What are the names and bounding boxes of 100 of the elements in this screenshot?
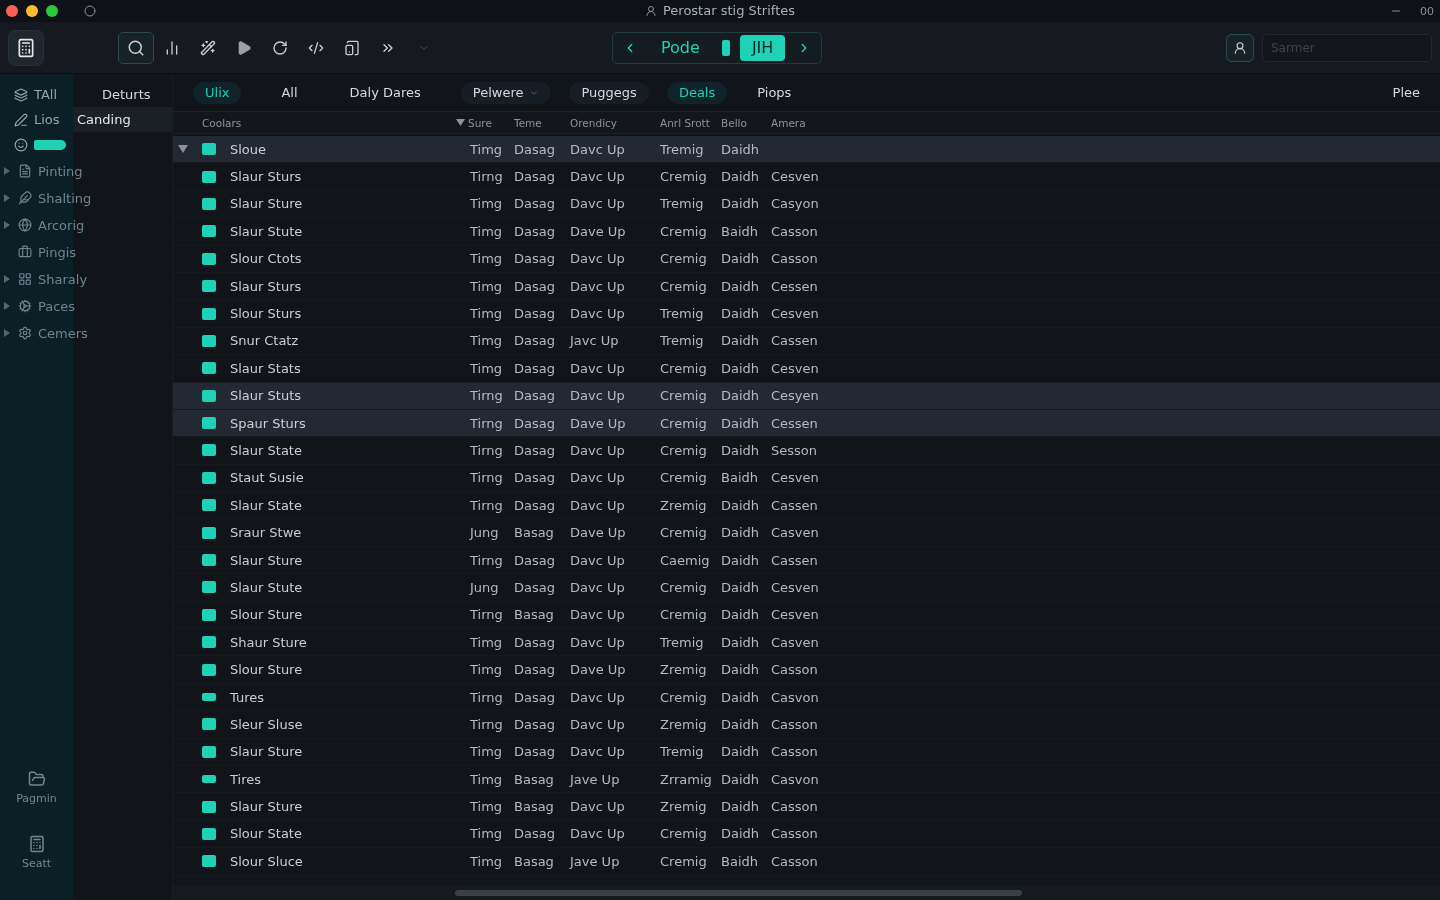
table-cell-text: Daidh	[721, 552, 761, 568]
expand-arrow-icon[interactable]	[4, 167, 10, 175]
app-logo[interactable]	[8, 29, 44, 66]
row-name: Sraur Stwe	[230, 525, 303, 541]
rail-label[interactable]: TAll	[34, 87, 58, 102]
collapse-arrow-icon[interactable]	[178, 145, 188, 154]
tab[interactable]: All	[269, 81, 310, 104]
column-header[interactable]: Bello	[721, 116, 771, 129]
table-cell-text: Davc Up	[570, 799, 626, 815]
table-cell-text: Casven	[771, 525, 820, 541]
sidebar-item[interactable]: Canding	[73, 107, 173, 132]
table-cell-text: Timg	[470, 662, 504, 678]
table-cell-text: Timg	[470, 853, 504, 869]
table-cell-text: Zremig	[660, 497, 708, 513]
tab[interactable]: Pelwere	[460, 81, 552, 104]
column-header[interactable]: Amera	[771, 116, 831, 129]
table-cell-text: Davc Up	[570, 744, 626, 760]
table-cell-text: Davc Up	[570, 251, 626, 267]
table-cell-text: Davc Up	[570, 388, 626, 404]
nav-item[interactable]: Cemers	[38, 325, 88, 341]
expand-arrow-icon[interactable]	[4, 302, 10, 310]
table-cell-text: Tremig	[660, 196, 705, 212]
column-header[interactable]: Orendicy	[570, 116, 660, 129]
table-cell-text: Cessen	[771, 415, 819, 431]
user-button[interactable]	[1226, 33, 1254, 62]
scrollbar-thumb[interactable]	[455, 890, 1022, 896]
table-cell-text: Cremig	[660, 579, 708, 595]
row-name: Slaur Sturs	[230, 278, 303, 294]
circle-icon	[84, 5, 96, 17]
table-cell-text: Dasag	[514, 251, 556, 267]
table-cell-text: Daidh	[721, 443, 761, 458]
column-header[interactable]: Teme	[514, 116, 570, 129]
table-cell-text: Casson	[771, 662, 819, 678]
nav-item[interactable]: Pinting	[38, 163, 83, 179]
table-cell-text: Cesven	[771, 360, 820, 376]
expand-arrow-icon[interactable]	[4, 329, 10, 337]
expand-arrow-icon[interactable]	[4, 221, 10, 229]
nav-item[interactable]: Sharaly	[38, 271, 88, 287]
row-name: Slaur Stute	[230, 579, 304, 595]
table-cell-text: Casson	[771, 716, 819, 732]
rail-label[interactable]: Lios	[34, 112, 60, 127]
tab[interactable]: Daly Dares	[337, 81, 433, 104]
table-cell-text: Dave Up	[570, 662, 627, 678]
close-button[interactable]	[6, 5, 18, 17]
table-cell-text: Casson	[771, 251, 819, 267]
minimize-button[interactable]	[26, 5, 38, 17]
table-cell-text: Timg	[470, 141, 504, 157]
nav-item[interactable]: Shalting	[38, 190, 92, 206]
expand-arrow-icon[interactable]	[4, 275, 10, 283]
tab[interactable]: Puggegs	[569, 81, 649, 104]
nav-segment[interactable]: JIH	[739, 34, 786, 61]
tablet-icon	[344, 39, 360, 56]
nav-item[interactable]: Pingis	[38, 244, 77, 260]
nav-item[interactable]: Paces	[38, 298, 76, 314]
status-badge-icon	[202, 608, 216, 621]
row-name: Shaur Sture	[230, 634, 308, 650]
table-row[interactable]: Slaur Stuts Tirng Dasag Davc Up Cremig Daidh Cesyen	[173, 382, 1440, 410]
tab[interactable]: Piops	[745, 81, 804, 104]
indicator-pill	[34, 139, 66, 150]
expand-arrow-icon[interactable]	[4, 194, 10, 202]
table-cell-text: Cesven	[771, 306, 820, 322]
status-badge-icon	[202, 170, 216, 183]
row-name: Sloue	[230, 141, 268, 157]
nav-item[interactable]: Arcorig	[38, 217, 85, 233]
table-cell-text: Javc Up	[570, 333, 620, 349]
table-cell-text: Jave Up	[570, 771, 621, 787]
table-row[interactable]: Sloue Timg Dasag Davc Up Tremig Daidh	[173, 136, 1440, 164]
row-name: Slaur Sture	[230, 799, 304, 815]
tab-right-label[interactable]: Plee	[1392, 85, 1420, 100]
rail-button-label[interactable]: Pagmin	[16, 792, 57, 805]
tab[interactable]: Deals	[666, 81, 728, 104]
table-cell-text: Sesson	[771, 443, 818, 458]
search-button[interactable]	[118, 31, 154, 64]
table-cell-text: Daidh	[721, 360, 761, 376]
table-row[interactable]: Spaur Sturs Tirng Dasag Dave Up Cremig Daidh Cessen	[173, 409, 1440, 438]
column-header[interactable]: Anrl Srott	[660, 116, 721, 129]
nav-segment[interactable]: Pode	[649, 34, 712, 61]
table-cell-text: Davc Up	[570, 141, 626, 157]
table-cell-text: Tremig	[660, 744, 705, 760]
table-cell-text: Basag	[514, 607, 555, 623]
table-cell-text: Tirng	[470, 716, 504, 732]
calculator-icon	[27, 835, 46, 853]
table-cell-text: Daidh	[721, 716, 761, 732]
table-cell-text: Tirng	[470, 470, 504, 486]
table-cell-text: Baidh	[721, 223, 759, 239]
row-name: Tures	[230, 689, 266, 705]
table-cell-text: Davc Up	[570, 826, 626, 842]
wand-icon	[200, 39, 216, 56]
table-cell-text: Dasag	[514, 333, 556, 349]
code-icon	[308, 39, 324, 56]
zoom-button[interactable]	[46, 5, 58, 17]
row-name: Sleur Sluse	[230, 716, 304, 732]
table-cell-text: Timg	[470, 744, 504, 760]
tab[interactable]: Ulix	[193, 81, 242, 104]
rail-button-label[interactable]: Seatt	[21, 857, 52, 870]
table-cell-text: Cremig	[660, 223, 708, 239]
table-cell-text: Cesven	[771, 169, 820, 185]
table-cell-text: Cesven	[771, 579, 820, 595]
status-badge-icon	[202, 225, 216, 238]
table-cell-text: Daidh	[721, 634, 761, 650]
